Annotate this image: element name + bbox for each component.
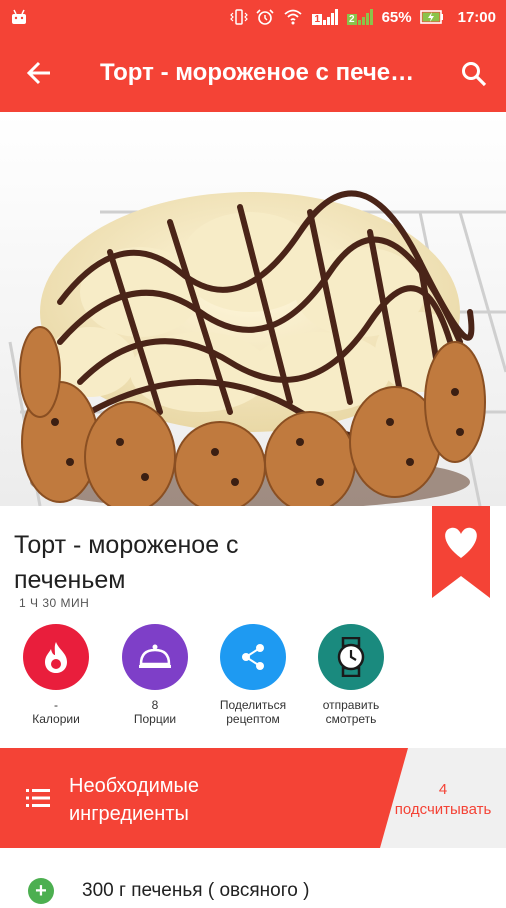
watch-circle[interactable] (318, 624, 384, 690)
list-icon (26, 789, 50, 807)
status-bar: 1 2 65% 17:00 (0, 0, 506, 34)
share-circle[interactable] (220, 624, 286, 690)
calories-circle[interactable] (23, 624, 89, 690)
add-ingredient-icon[interactable]: + (28, 878, 54, 904)
wifi-icon (284, 9, 303, 25)
app-toolbar: Торт - мороженое с печеньем (0, 34, 506, 112)
heart-bookmark-icon (432, 506, 490, 598)
ingredient-row[interactable]: + 300 г печенья ( овсяного ) (0, 868, 506, 908)
battery-charging-icon (419, 10, 443, 24)
back-button[interactable] (0, 34, 78, 112)
battery-percent: 65% (381, 8, 412, 26)
servings-action[interactable]: 8 Порции (105, 624, 205, 726)
servings-circle[interactable] (122, 624, 188, 690)
vibrate-icon (230, 9, 249, 25)
ingredients-count-button[interactable]: 4 подсчитывать (383, 780, 503, 820)
recipe-title: Торт - мороженое с печеньем (14, 531, 239, 594)
watch-value: отправить (322, 698, 380, 712)
recipe-actions: - Калории 8 Порции Поделиться рецептом о… (0, 624, 420, 734)
clock: 17:00 (457, 8, 496, 26)
share-label: рецептом (226, 712, 280, 726)
servings-label: Порции (133, 712, 177, 726)
ingredients-title: Необходимые ингредиенты (69, 775, 200, 825)
watch-icon (337, 637, 365, 677)
servings-value: 8 (151, 698, 159, 712)
send-watch-action[interactable]: отправить смотреть (301, 624, 401, 726)
ingredients-count: 4 (438, 781, 448, 798)
cloche-icon (139, 644, 171, 668)
share-icon (242, 644, 264, 670)
calories-value: - (54, 698, 58, 712)
recipe-info: Торт - мороженое с печеньем 1 Ч 30 МИН -… (0, 506, 506, 748)
signal-sim2-icon: 2 (347, 9, 374, 25)
arrow-back-icon (26, 61, 50, 85)
calories-label: Калории (32, 712, 80, 726)
ingredient-text: 300 г печенья ( овсяного ) (82, 880, 310, 901)
share-recipe-action[interactable]: Поделиться рецептом (203, 624, 303, 726)
search-button[interactable] (456, 56, 492, 92)
ingredients-header: Необходимые ингредиенты 4 подсчитывать (0, 748, 506, 848)
calories-action[interactable]: - Калории (6, 624, 106, 726)
toolbar-title: Торт - мороженое с печеньем (100, 59, 420, 86)
ingredients-count-label: подсчитывать (394, 801, 492, 818)
search-icon (462, 62, 487, 87)
share-value: Поделиться (219, 698, 287, 712)
recipe-duration: 1 Ч 30 МИН (19, 596, 90, 610)
recipe-photo (0, 112, 506, 506)
alarm-icon (256, 9, 275, 25)
watch-label: смотреть (325, 712, 377, 726)
flame-icon (45, 642, 67, 673)
favorite-bookmark-button[interactable] (432, 506, 490, 598)
android-icon (12, 9, 26, 24)
signal-sim1-icon: 1 (312, 9, 339, 25)
